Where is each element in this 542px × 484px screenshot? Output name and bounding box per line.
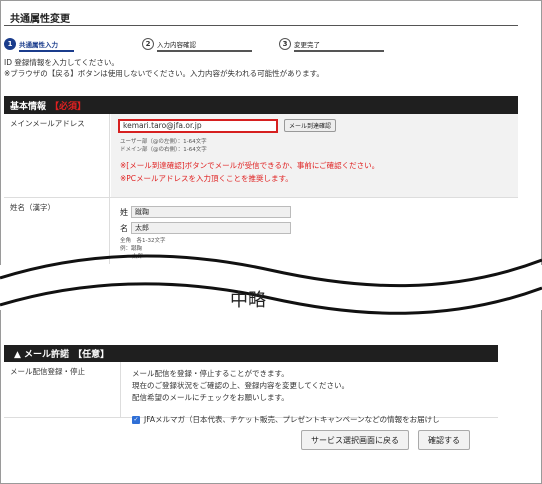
step-2-number: 2 xyxy=(142,38,154,50)
intro-line-2: ※ブラウザの【戻る】ボタンは使用しないでください。入力内容が失われる可能性があり… xyxy=(4,69,324,78)
step-3-label: 変更完了 xyxy=(294,41,320,49)
step-1-label: 共通属性入力 xyxy=(19,41,58,49)
email-warning-2: ※PCメールアドレスを入力頂くことを推奨します。 xyxy=(120,174,293,183)
jfa-mailmag-option[interactable]: ✓ JFAメルマガ（日本代表、チケット販売、プレゼントキャンペーンなどの情報をお… xyxy=(132,414,508,425)
back-to-service-button[interactable]: サービス選択画面に戻る xyxy=(301,430,409,450)
sei-input[interactable]: 蹴鞠 xyxy=(131,206,291,218)
mail-permission-header[interactable]: ▲ メール許諾 【任意】 xyxy=(4,345,498,362)
step-3-number: 3 xyxy=(279,38,291,50)
mail-row: メール配信登録・停止 メール配信を登録・停止することができます。 現在のご登録状… xyxy=(4,362,498,418)
email-label: メインメールアドレス xyxy=(4,114,110,197)
mail-permission-title: ▲ メール許諾 xyxy=(14,350,70,360)
sei-field: 姓 蹴鞠 xyxy=(120,206,291,218)
optional-badge: 【任意】 xyxy=(73,350,110,360)
email-hint-user: ユーザー部（@の左側）：1-64文字 xyxy=(120,139,207,145)
mail-setting-cell: メール配信を登録・停止することができます。 現在のご登録状況をご確認の上、登録内… xyxy=(122,362,498,417)
mail-reach-check-button[interactable]: メール到達確認 xyxy=(284,119,337,132)
basic-info-title: 基本情報 xyxy=(10,101,47,112)
mail-desc-1: メール配信を登録・停止することができます。 xyxy=(132,369,289,378)
sei-label: 姓 xyxy=(120,207,128,217)
mail-desc-3: 配信希望のメールにチェックをお願いします。 xyxy=(132,393,289,402)
intro-text: ID 登録情報を入力してください。 ※ブラウザの【戻る】ボタンは使用しないでくだ… xyxy=(4,57,324,79)
omission-wave xyxy=(0,254,542,315)
basic-info-header: 基本情報 【必須】 xyxy=(4,96,518,114)
checkbox-checked-icon[interactable]: ✓ xyxy=(132,415,140,424)
email-input[interactable]: kemari.taro@jfa.or.jp xyxy=(118,119,278,133)
step-1-number: 1 xyxy=(4,38,16,50)
mail-desc-2: 現在のご登録状況をご確認の上、登録内容を変更してください。 xyxy=(132,381,350,390)
email-hint-domain: ドメイン部（@の右側）：1-64文字 xyxy=(120,147,207,153)
intro-line-1: ID 登録情報を入力してください。 xyxy=(4,58,119,67)
omission-label: 中略 xyxy=(230,290,266,311)
step-1: 1 共通属性入力 xyxy=(4,36,74,52)
page-title: 共通属性変更 xyxy=(4,4,518,26)
step-2: 2 入力内容確認 xyxy=(142,36,252,52)
step-2-label: 入力内容確認 xyxy=(157,41,196,49)
mei-field: 名 太郎 xyxy=(120,222,291,234)
confirm-button[interactable]: 確認する xyxy=(418,430,470,450)
email-value-cell: kemari.taro@jfa.or.jp メール到達確認 ユーザー部（@の左側… xyxy=(111,114,518,197)
email-row: メインメールアドレス kemari.taro@jfa.or.jp メール到達確認… xyxy=(4,114,518,198)
email-warning-1: ※[メール到達確認]ボタンでメールが受信できるか、事前にご確認ください。 xyxy=(120,161,380,170)
step-2-underline xyxy=(157,50,252,52)
mail-setting-label: メール配信登録・停止 xyxy=(4,362,121,417)
mei-label: 名 xyxy=(120,223,128,233)
step-1-underline xyxy=(19,50,74,52)
step-3: 3 変更完了 xyxy=(279,36,384,52)
required-badge: 【必須】 xyxy=(50,101,87,112)
step-3-underline xyxy=(294,50,384,52)
progress-steps: 1 共通属性入力 2 入力内容確認 3 変更完了 xyxy=(4,36,384,52)
jfa-mailmag-label: JFAメルマガ（日本代表、チケット販売、プレゼントキャンペーンなどの情報をお届け… xyxy=(144,415,440,424)
mei-input[interactable]: 太郎 xyxy=(131,222,291,234)
